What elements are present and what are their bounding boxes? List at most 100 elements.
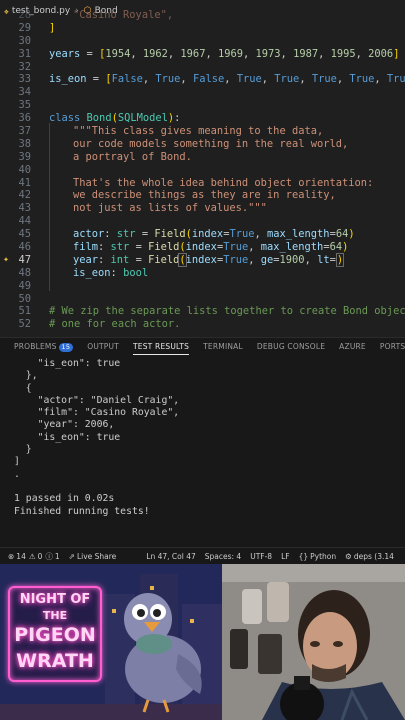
- encoding[interactable]: UTF-8: [250, 552, 272, 561]
- line-ending[interactable]: LF: [281, 552, 290, 561]
- code-function: Field: [154, 228, 186, 241]
- code-line-current[interactable]: ✦ 47 year: int = Field(index=True, ge=1900…: [0, 252, 405, 267]
- code-identifier: index: [185, 241, 217, 254]
- code-constant: True: [155, 73, 181, 86]
- line-number: 36: [18, 112, 31, 125]
- docstring-text: """This class gives meaning to the data,: [73, 125, 324, 138]
- line-number: 34: [18, 86, 31, 99]
- neon-text: NIGHT OF: [19, 592, 91, 607]
- code-text: ]: [49, 21, 56, 34]
- warning-icon: ⚠: [28, 551, 36, 561]
- braces-icon: {}: [298, 551, 309, 561]
- code-lines: 28 "Casino Royale", 29] 30 31 years = [195…: [0, 9, 405, 331]
- line-number: 48: [18, 266, 31, 279]
- output-line: "is_eon": true: [14, 431, 121, 443]
- line-number: 50: [18, 292, 31, 305]
- output-line: },: [14, 370, 38, 382]
- line-number: 40: [18, 163, 31, 176]
- output-line: Finished running tests!: [14, 505, 150, 517]
- code-line: 33 is_eon = [False, True, False, True, Tr…: [0, 73, 405, 86]
- language-mode[interactable]: {} Python: [299, 552, 337, 561]
- line-number: 31: [18, 47, 31, 60]
- code-number: 1969: [217, 47, 243, 60]
- pigeon-illustration: [124, 593, 202, 713]
- pigeon-poster: NIGHT OF THE PIGEON WRATH: [0, 564, 222, 720]
- code-number: 1987: [293, 47, 319, 60]
- python-env-label: deps (3.14: [353, 551, 394, 561]
- code-line: 40: [0, 164, 405, 177]
- code-number: 1954: [105, 47, 131, 60]
- code-function: Field: [148, 253, 180, 266]
- live-share-icon: ⇗: [68, 551, 75, 561]
- language-label: Python: [310, 551, 337, 561]
- code-number: 1962: [142, 47, 168, 60]
- code-line: 32: [0, 61, 405, 74]
- code-constant: True: [349, 73, 375, 86]
- output-line: "year": 2006,: [14, 419, 115, 431]
- code-line: 39 a portrayl of Bond.: [0, 151, 405, 164]
- line-number: 52: [18, 318, 31, 331]
- neon-text: THE: [42, 609, 68, 622]
- code-line: 29]: [0, 22, 405, 35]
- code-constant: False: [111, 73, 143, 86]
- cursor-position[interactable]: Ln 47, Col 47: [146, 552, 195, 561]
- tab-label: OUTPUT: [87, 342, 119, 351]
- tab-label: TEST RESULTS: [133, 342, 190, 351]
- info-icon: ⓘ: [45, 551, 53, 561]
- line-number: 29: [18, 21, 31, 34]
- code-line: 42 we describe things as they are in real…: [0, 189, 405, 202]
- tab-problems[interactable]: PROBLEMS 15: [14, 338, 74, 356]
- code-constant: True: [223, 241, 249, 254]
- tab-terminal[interactable]: TERMINAL: [203, 338, 243, 356]
- webcam-image: [222, 564, 405, 720]
- bottom-panel: PROBLEMS 15 OUTPUT TEST RESULTS TERMINAL …: [0, 337, 405, 547]
- code-line: 52 # one for each actor.: [0, 318, 405, 331]
- test-results-output[interactable]: "is_eon": true }, { "actor": "Daniel Cra…: [14, 358, 399, 518]
- code-class-name: SQLModel: [117, 112, 168, 125]
- webcam-feed: [222, 564, 405, 720]
- neon-text: PIGEON: [14, 624, 96, 646]
- status-bar: ⊗ 14 ⚠ 0 ⓘ 1 ⇗ Live Share Ln 47, Col 47 Spac…: [0, 547, 405, 564]
- indentation[interactable]: Spaces: 4: [205, 552, 241, 561]
- line-number: 32: [18, 60, 31, 73]
- code-editor[interactable]: ❖ test_bond.py › ⬡ Bond 28 "Casino Royale…: [0, 0, 405, 337]
- line-number: 49: [18, 279, 31, 292]
- code-number: 64: [329, 241, 343, 254]
- code-text: "Casino Royale",: [73, 9, 174, 21]
- tab-azure[interactable]: AZURE: [339, 338, 366, 356]
- python-environment[interactable]: ⚙ deps (3.14: [345, 552, 394, 561]
- video-overlay: NIGHT OF THE PIGEON WRATH: [0, 564, 405, 720]
- tab-label: PORTS: [379, 342, 405, 351]
- output-line: 1 passed in 0.02s: [14, 493, 115, 505]
- output-line: }: [14, 444, 32, 456]
- tab-output[interactable]: OUTPUT: [87, 338, 119, 356]
- code-identifier: max_length: [267, 228, 330, 241]
- code-number: 64: [335, 228, 349, 241]
- code-type: str: [116, 228, 136, 241]
- code-number: 1967: [180, 47, 206, 60]
- code-line: 35: [0, 99, 405, 112]
- code-line: 43 not just as lists of values.""": [0, 202, 405, 215]
- problems-count-badge: 15: [58, 343, 74, 352]
- line-number: 42: [18, 189, 31, 202]
- tab-ports[interactable]: PORTS: [380, 338, 405, 356]
- warning-count: 0: [37, 551, 43, 561]
- line-number: 39: [18, 150, 31, 163]
- tab-test-results[interactable]: TEST RESULTS: [133, 338, 190, 356]
- docstring-text: not just as lists of values.""": [73, 202, 267, 215]
- code-line: 36 class Bond(SQLModel):: [0, 112, 405, 125]
- code-identifier: ge: [260, 253, 274, 266]
- output-line: "film": "Casino Royale",: [14, 407, 180, 419]
- code-constant: True: [236, 73, 262, 86]
- code-constant: True: [311, 73, 337, 86]
- code-line: 28 "Casino Royale",: [0, 9, 405, 22]
- code-line: 30: [0, 35, 405, 48]
- code-line: 48 is_eon: bool: [0, 267, 405, 280]
- problems-status[interactable]: ⊗ 14 ⚠ 0 ⓘ 1: [8, 551, 60, 562]
- line-number: 35: [18, 99, 31, 112]
- tab-debug-console[interactable]: DEBUG CONSOLE: [257, 338, 325, 356]
- code-identifier: year: [73, 253, 99, 266]
- live-share-button[interactable]: ⇗ Live Share: [69, 552, 117, 561]
- line-number: 37: [18, 125, 31, 138]
- code-line: 38 our code models something in the real …: [0, 138, 405, 151]
